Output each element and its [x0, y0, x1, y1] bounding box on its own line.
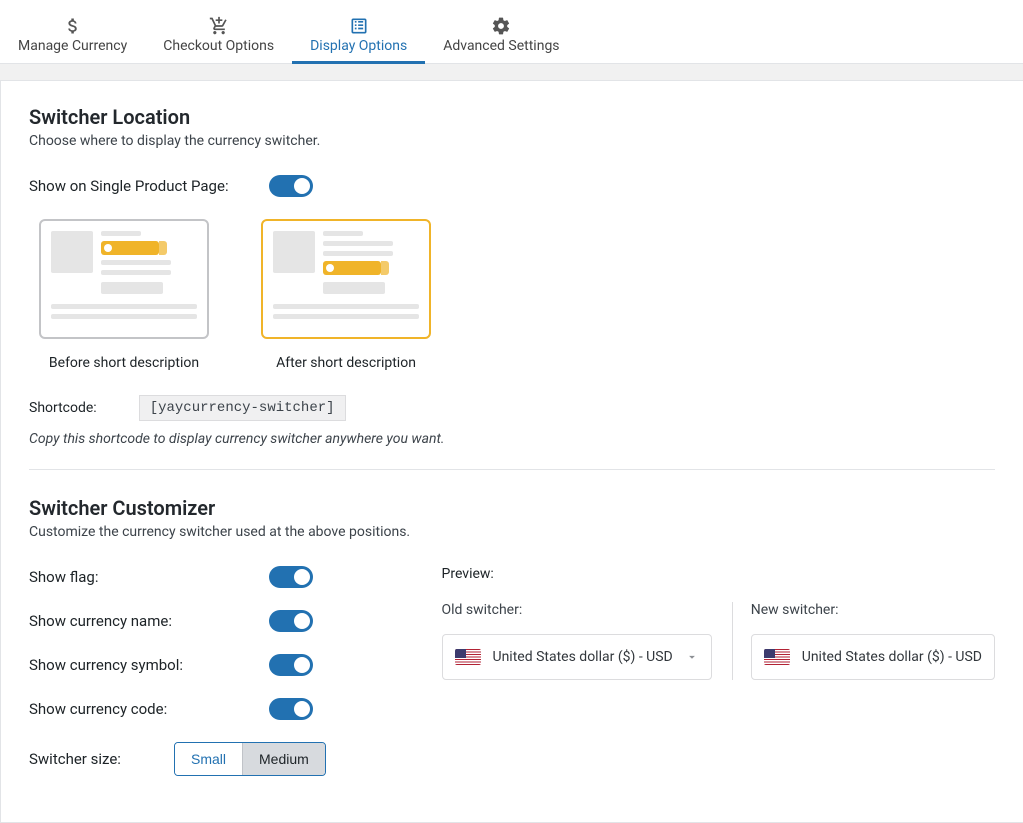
preview-label: Preview: [442, 566, 996, 582]
layout-thumb-before [39, 219, 209, 339]
gear-icon [491, 16, 511, 36]
new-switcher-select[interactable]: United States dollar ($) - USD [751, 634, 995, 680]
tab-manage-currency[interactable]: Manage Currency [0, 0, 145, 64]
show-name-toggle[interactable] [269, 610, 313, 632]
switcher-value: United States dollar ($) - USD [493, 649, 673, 665]
old-switcher-select[interactable]: United States dollar ($) - USD [442, 634, 712, 680]
list-icon [349, 16, 369, 36]
tab-display-options[interactable]: Display Options [292, 0, 425, 64]
dollar-icon [63, 16, 83, 36]
show-flag-label: Show flag: [29, 568, 269, 586]
show-code-label: Show currency code: [29, 700, 269, 718]
layout-option-before[interactable]: Before short description [39, 219, 209, 371]
size-medium-button[interactable]: Medium [242, 743, 325, 775]
shortcode-label: Shortcode: [29, 400, 97, 416]
show-code-toggle[interactable] [269, 698, 313, 720]
size-small-button[interactable]: Small [175, 743, 242, 775]
new-switcher-label: New switcher: [751, 602, 995, 618]
flag-icon [455, 649, 481, 665]
shortcode-help: Copy this shortcode to display currency … [29, 431, 995, 447]
show-name-label: Show currency name: [29, 612, 269, 630]
cart-icon [209, 16, 229, 36]
layout-options: Before short description [39, 219, 995, 371]
section-divider [29, 469, 995, 470]
customizer-preview: Preview: Old switcher: United States dol… [442, 566, 996, 798]
tab-checkout-options[interactable]: Checkout Options [145, 0, 292, 64]
layout-caption: Before short description [39, 355, 209, 371]
switcher-location-title: Switcher Location [29, 105, 995, 129]
show-single-product-label: Show on Single Product Page: [29, 177, 269, 195]
layout-caption: After short description [261, 355, 431, 371]
customizer-title: Switcher Customizer [29, 496, 995, 520]
tab-label: Checkout Options [163, 38, 274, 54]
preview-divider [732, 602, 733, 680]
tab-label: Manage Currency [18, 38, 127, 54]
layout-option-after[interactable]: After short description [261, 219, 431, 371]
customizer-subtitle: Customize the currency switcher used at … [29, 524, 995, 540]
show-flag-toggle[interactable] [269, 566, 313, 588]
settings-panel: Switcher Location Choose where to displa… [0, 80, 1023, 823]
old-switcher-label: Old switcher: [442, 602, 712, 618]
tab-advanced-settings[interactable]: Advanced Settings [425, 0, 577, 64]
flag-icon [764, 649, 790, 665]
switcher-size-group: Small Medium [174, 742, 326, 776]
show-single-product-toggle[interactable] [269, 175, 313, 197]
switcher-value: United States dollar ($) - USD [802, 649, 982, 665]
tab-label: Advanced Settings [443, 38, 559, 54]
chevron-down-icon [685, 650, 699, 664]
shortcode-value[interactable]: [yaycurrency-switcher] [139, 395, 346, 421]
show-symbol-label: Show currency symbol: [29, 656, 269, 674]
show-symbol-toggle[interactable] [269, 654, 313, 676]
settings-tabs: Manage Currency Checkout Options Display… [0, 0, 1023, 64]
switcher-location-subtitle: Choose where to display the currency swi… [29, 133, 995, 149]
layout-thumb-after [261, 219, 431, 339]
tab-label: Display Options [310, 38, 407, 54]
customizer-controls: Show flag: Show currency name: Show curr… [29, 566, 382, 798]
switcher-size-label: Switcher size: [29, 750, 174, 768]
